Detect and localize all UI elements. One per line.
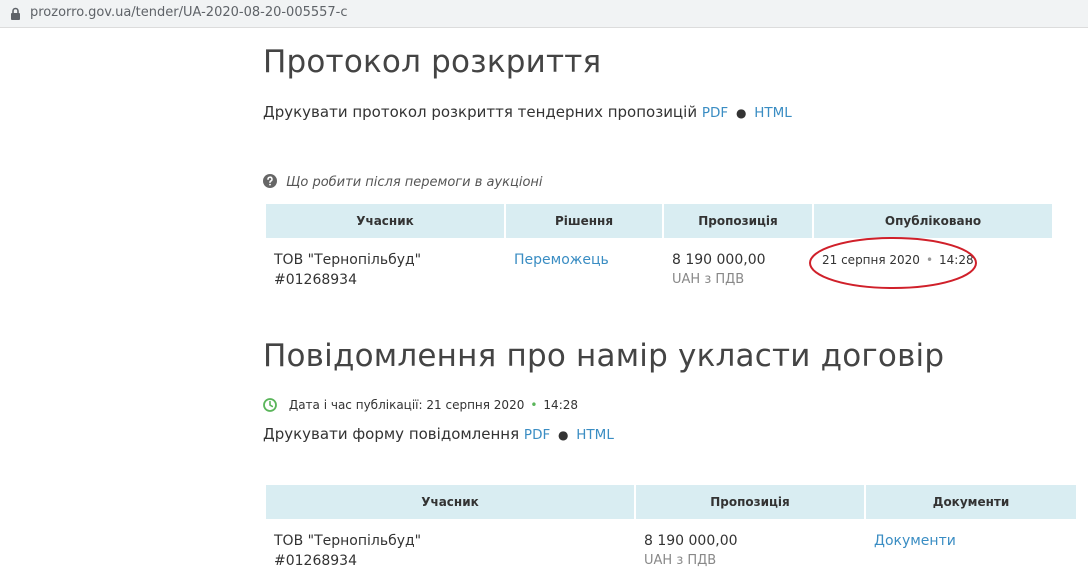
participant-name: ТОВ "Тернопільбуд"	[274, 533, 422, 549]
intent-notice-title: Повідомлення про намір укласти договір	[263, 338, 945, 374]
notice-table: Учасник Пропозиція Документи ТОВ "Терноп…	[264, 485, 1078, 571]
url-text: prozorro.gov.ua/tender/UA-2020-08-20-005…	[30, 5, 348, 20]
help-note-text: Що робити після перемоги в аукціоні	[286, 175, 543, 190]
decision-winner-link[interactable]: Переможець	[514, 252, 609, 268]
table-header-row: Учасник Рішення Пропозиція Опубліковано	[266, 204, 1052, 238]
offer-amount: 8 190 000,00	[644, 533, 738, 549]
published-date: 21 серпня 2020	[822, 253, 920, 267]
column-header-participant: Учасник	[266, 204, 504, 238]
clock-icon	[263, 398, 277, 412]
decision-cell: Переможець	[506, 238, 662, 290]
participant-cell: ТОВ "Тернопільбуд" #01268934	[266, 519, 634, 571]
published-cell: 21 серпня 2020 • 14:28	[814, 238, 1052, 290]
offer-currency-note: UAH з ПДВ	[672, 272, 745, 287]
lock-icon	[11, 7, 20, 20]
documents-cell: Документи	[866, 519, 1076, 571]
opening-protocol-title: Протокол розкриття	[263, 44, 602, 80]
column-header-offer: Пропозиція	[664, 204, 812, 238]
published-time: 14:28	[939, 253, 974, 267]
participant-code: #01268934	[274, 272, 357, 288]
column-header-offer: Пропозиція	[636, 485, 864, 519]
protocol-table: Учасник Рішення Пропозиція Опубліковано …	[264, 204, 1054, 290]
table-row: ТОВ "Тернопільбуд" #01268934 8 190 000,0…	[266, 519, 1076, 571]
column-header-participant: Учасник	[266, 485, 634, 519]
publication-label: Дата і час публікації:	[288, 398, 423, 412]
publication-separator: •	[530, 398, 538, 412]
publication-datetime-line: Дата і час публікації: 21 серпня 2020 • 14…	[263, 398, 578, 412]
publication-time: 14:28	[543, 398, 579, 412]
column-header-decision: Рішення	[506, 204, 662, 238]
offer-currency-note: UAH з ПДВ	[644, 553, 717, 568]
address-bar[interactable]: prozorro.gov.ua/tender/UA-2020-08-20-005…	[0, 0, 1088, 28]
bullet-separator: ●	[735, 106, 747, 120]
help-note[interactable]: Що робити після перемоги в аукціоні	[263, 174, 543, 190]
print-notice-line: Друкувати форму повідомлення PDF ● HTML	[263, 425, 614, 443]
participant-cell: ТОВ "Тернопільбуд" #01268934	[266, 238, 504, 290]
column-header-documents: Документи	[866, 485, 1076, 519]
published-datetime: 21 серпня 2020 • 14:28	[822, 250, 1044, 270]
offer-amount: 8 190 000,00	[672, 252, 766, 268]
published-separator: •	[925, 253, 934, 267]
bullet-separator: ●	[558, 428, 569, 442]
table-row: ТОВ "Тернопільбуд" #01268934 Переможець …	[266, 238, 1052, 290]
participant-code: #01268934	[274, 553, 357, 569]
table-header-row: Учасник Пропозиція Документи	[266, 485, 1076, 519]
notice-pdf-link[interactable]: PDF	[524, 427, 550, 443]
offer-cell: 8 190 000,00 UAH з ПДВ	[664, 238, 812, 290]
print-protocol-text: Друкувати протокол розкриття тендерних п…	[263, 103, 698, 121]
documents-link[interactable]: Документи	[874, 533, 956, 549]
participant-name: ТОВ "Тернопільбуд"	[274, 252, 422, 268]
print-notice-text: Друкувати форму повідомлення	[263, 425, 520, 443]
column-header-published: Опубліковано	[814, 204, 1052, 238]
protocol-html-link[interactable]: HTML	[754, 105, 792, 121]
notice-html-link[interactable]: HTML	[576, 427, 614, 443]
protocol-pdf-link[interactable]: PDF	[702, 105, 728, 121]
publication-date: 21 серпня 2020	[426, 398, 525, 412]
print-protocol-line: Друкувати протокол розкриття тендерних п…	[263, 103, 792, 121]
question-circle-icon	[263, 174, 277, 188]
offer-cell: 8 190 000,00 UAH з ПДВ	[636, 519, 864, 571]
